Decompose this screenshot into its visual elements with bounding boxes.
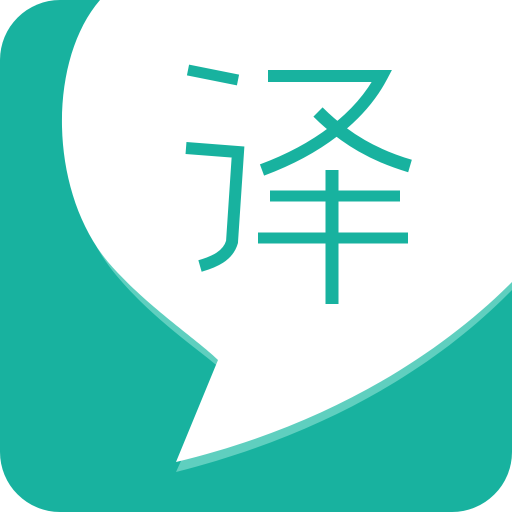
speech-bubble-translate-icon bbox=[0, 0, 512, 512]
app-icon[interactable] bbox=[0, 0, 512, 512]
